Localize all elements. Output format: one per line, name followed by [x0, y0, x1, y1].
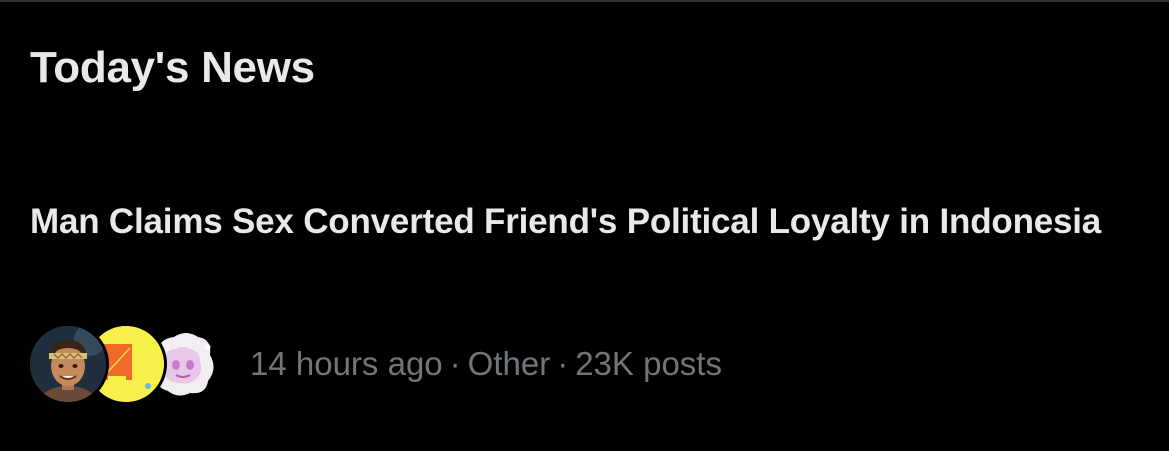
news-category: Other	[467, 345, 551, 382]
news-headline[interactable]: Man Claims Sex Converted Friend's Politi…	[30, 198, 1120, 246]
news-item[interactable]: Man Claims Sex Converted Friend's Politi…	[0, 190, 1169, 430]
avatar-stack	[30, 322, 230, 406]
separator-dot: ·	[449, 345, 461, 382]
news-post-count: 23K posts	[575, 345, 722, 382]
section-title: Today's News	[30, 43, 315, 92]
cartoon-person-avatar	[30, 326, 106, 402]
separator-dot: ·	[557, 345, 569, 382]
news-meta-row: 14 hours ago · Other · 23K posts	[30, 322, 930, 406]
top-divider	[0, 0, 1169, 2]
news-time: 14 hours ago	[250, 345, 443, 382]
news-meta-text: 14 hours ago · Other · 23K posts	[250, 322, 722, 406]
